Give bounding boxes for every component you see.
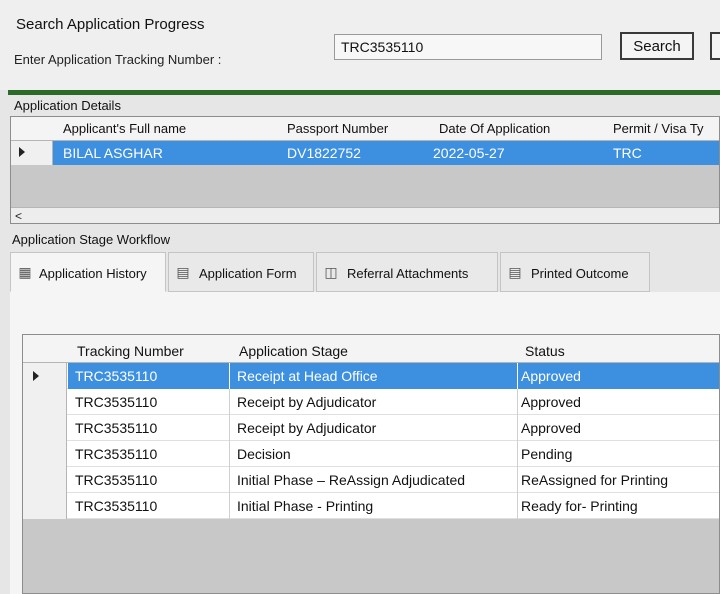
tracking-cell[interactable]: TRC3535110 xyxy=(75,368,157,384)
row-header[interactable] xyxy=(23,415,67,441)
status-cell[interactable]: Ready for- Printing xyxy=(521,498,638,514)
cell-divider xyxy=(517,389,518,415)
stage-cell[interactable]: Decision xyxy=(237,446,291,462)
cell-divider xyxy=(229,493,230,519)
date-of-application-cell[interactable]: 2022-05-27 xyxy=(433,145,505,161)
cell-divider xyxy=(517,493,518,519)
status-cell[interactable]: Approved xyxy=(521,368,581,384)
application-details-grid: Applicant's Full name Passport Number Da… xyxy=(10,116,720,224)
stage-cell[interactable]: Receipt by Adjudicator xyxy=(237,420,376,436)
horizontal-scrollbar[interactable]: < xyxy=(11,207,719,223)
row-header[interactable] xyxy=(11,141,53,165)
scroll-left-icon[interactable]: < xyxy=(15,209,22,223)
tab-label: Referral Attachments xyxy=(347,266,469,281)
cell-divider xyxy=(229,415,230,441)
column-header-date[interactable]: Date Of Application xyxy=(439,121,550,136)
stage-cell[interactable]: Initial Phase - Printing xyxy=(237,498,373,514)
table-row[interactable]: TRC3535110 Receipt at Head Office Approv… xyxy=(23,363,719,389)
column-header-tracking[interactable]: Tracking Number xyxy=(77,343,184,359)
document-icon: ▤ xyxy=(508,264,522,280)
column-header-status[interactable]: Status xyxy=(525,343,565,359)
details-header-row: Applicant's Full name Passport Number Da… xyxy=(11,117,719,141)
row-header[interactable] xyxy=(23,441,67,467)
cell-divider xyxy=(517,415,518,441)
tracking-cell[interactable]: TRC3535110 xyxy=(75,420,157,436)
tab-label: Printed Outcome xyxy=(531,266,629,281)
cell-divider xyxy=(229,389,230,415)
form-icon: ▤ xyxy=(176,264,190,280)
tab-application-history[interactable]: ▦ Application History xyxy=(10,252,166,292)
secondary-button[interactable] xyxy=(710,32,720,60)
row-header[interactable] xyxy=(23,363,67,389)
details-row-selected[interactable]: BILAL ASGHAR DV1822752 2022-05-27 TRC xyxy=(11,141,719,165)
status-cell[interactable]: Pending xyxy=(521,446,572,462)
tracking-cell[interactable]: TRC3535110 xyxy=(75,472,157,488)
tracking-cell[interactable]: TRC3535110 xyxy=(75,394,157,410)
stage-header-row: Tracking Number Application Stage Status xyxy=(23,335,719,363)
passport-number-cell[interactable]: DV1822752 xyxy=(287,145,361,161)
cell-divider xyxy=(517,363,518,389)
search-title: Search Application Progress xyxy=(16,16,205,33)
column-header-stage[interactable]: Application Stage xyxy=(239,343,348,359)
permit-type-cell[interactable]: TRC xyxy=(613,145,642,161)
row-header[interactable] xyxy=(23,389,67,415)
table-row[interactable]: TRC3535110 Initial Phase – ReAssign Adju… xyxy=(23,467,719,493)
table-row[interactable]: TRC3535110 Initial Phase - Printing Read… xyxy=(23,493,719,519)
column-header-name[interactable]: Applicant's Full name xyxy=(63,121,186,136)
tab-label: Application History xyxy=(39,266,147,281)
application-details-label: Application Details xyxy=(14,98,121,113)
tracking-number-input[interactable] xyxy=(334,34,602,60)
column-header-permit[interactable]: Permit / Visa Ty xyxy=(613,121,704,136)
stage-cell[interactable]: Receipt at Head Office xyxy=(237,368,378,384)
selection-highlight xyxy=(68,363,719,389)
tab-referral-attachments[interactable]: ◫ Referral Attachments xyxy=(316,252,498,292)
row-header[interactable] xyxy=(23,467,67,493)
current-row-arrow-icon xyxy=(19,147,25,157)
cell-divider xyxy=(229,467,230,493)
stage-cell[interactable]: Initial Phase – ReAssign Adjudicated xyxy=(237,472,465,488)
tracking-cell[interactable]: TRC3535110 xyxy=(75,498,157,514)
search-button[interactable]: Search xyxy=(620,32,694,60)
status-cell[interactable]: Approved xyxy=(521,394,581,410)
tab-label: Application Form xyxy=(199,266,297,281)
tracking-number-label: Enter Application Tracking Number : xyxy=(14,52,222,67)
applicant-name-cell[interactable]: BILAL ASGHAR xyxy=(63,145,163,161)
status-cell[interactable]: Approved xyxy=(521,420,581,436)
application-stage-workflow-label: Application Stage Workflow xyxy=(12,232,171,247)
stage-cell[interactable]: Receipt by Adjudicator xyxy=(237,394,376,410)
cell-divider xyxy=(517,467,518,493)
tracking-cell[interactable]: TRC3535110 xyxy=(75,446,157,462)
search-panel: Search Application Progress Enter Applic… xyxy=(0,0,720,90)
table-row[interactable]: TRC3535110 Decision Pending xyxy=(23,441,719,467)
tab-printed-outcome[interactable]: ▤ Printed Outcome xyxy=(500,252,650,292)
hierarchy-icon: ▦ xyxy=(18,264,32,280)
cell-divider xyxy=(229,441,230,467)
row-header[interactable] xyxy=(23,493,67,519)
status-cell[interactable]: ReAssigned for Printing xyxy=(521,472,668,488)
tab-application-form[interactable]: ▤ Application Form xyxy=(168,252,314,292)
table-row[interactable]: TRC3535110 Receipt by Adjudicator Approv… xyxy=(23,415,719,441)
column-header-passport[interactable]: Passport Number xyxy=(287,121,388,136)
application-history-grid: Tracking Number Application Stage Status… xyxy=(22,334,720,594)
section-divider xyxy=(8,90,720,95)
cell-divider xyxy=(517,441,518,467)
cell-divider xyxy=(229,363,230,389)
current-row-arrow-icon xyxy=(33,371,39,381)
table-row[interactable]: TRC3535110 Receipt by Adjudicator Approv… xyxy=(23,389,719,415)
attachments-icon: ◫ xyxy=(324,264,338,280)
